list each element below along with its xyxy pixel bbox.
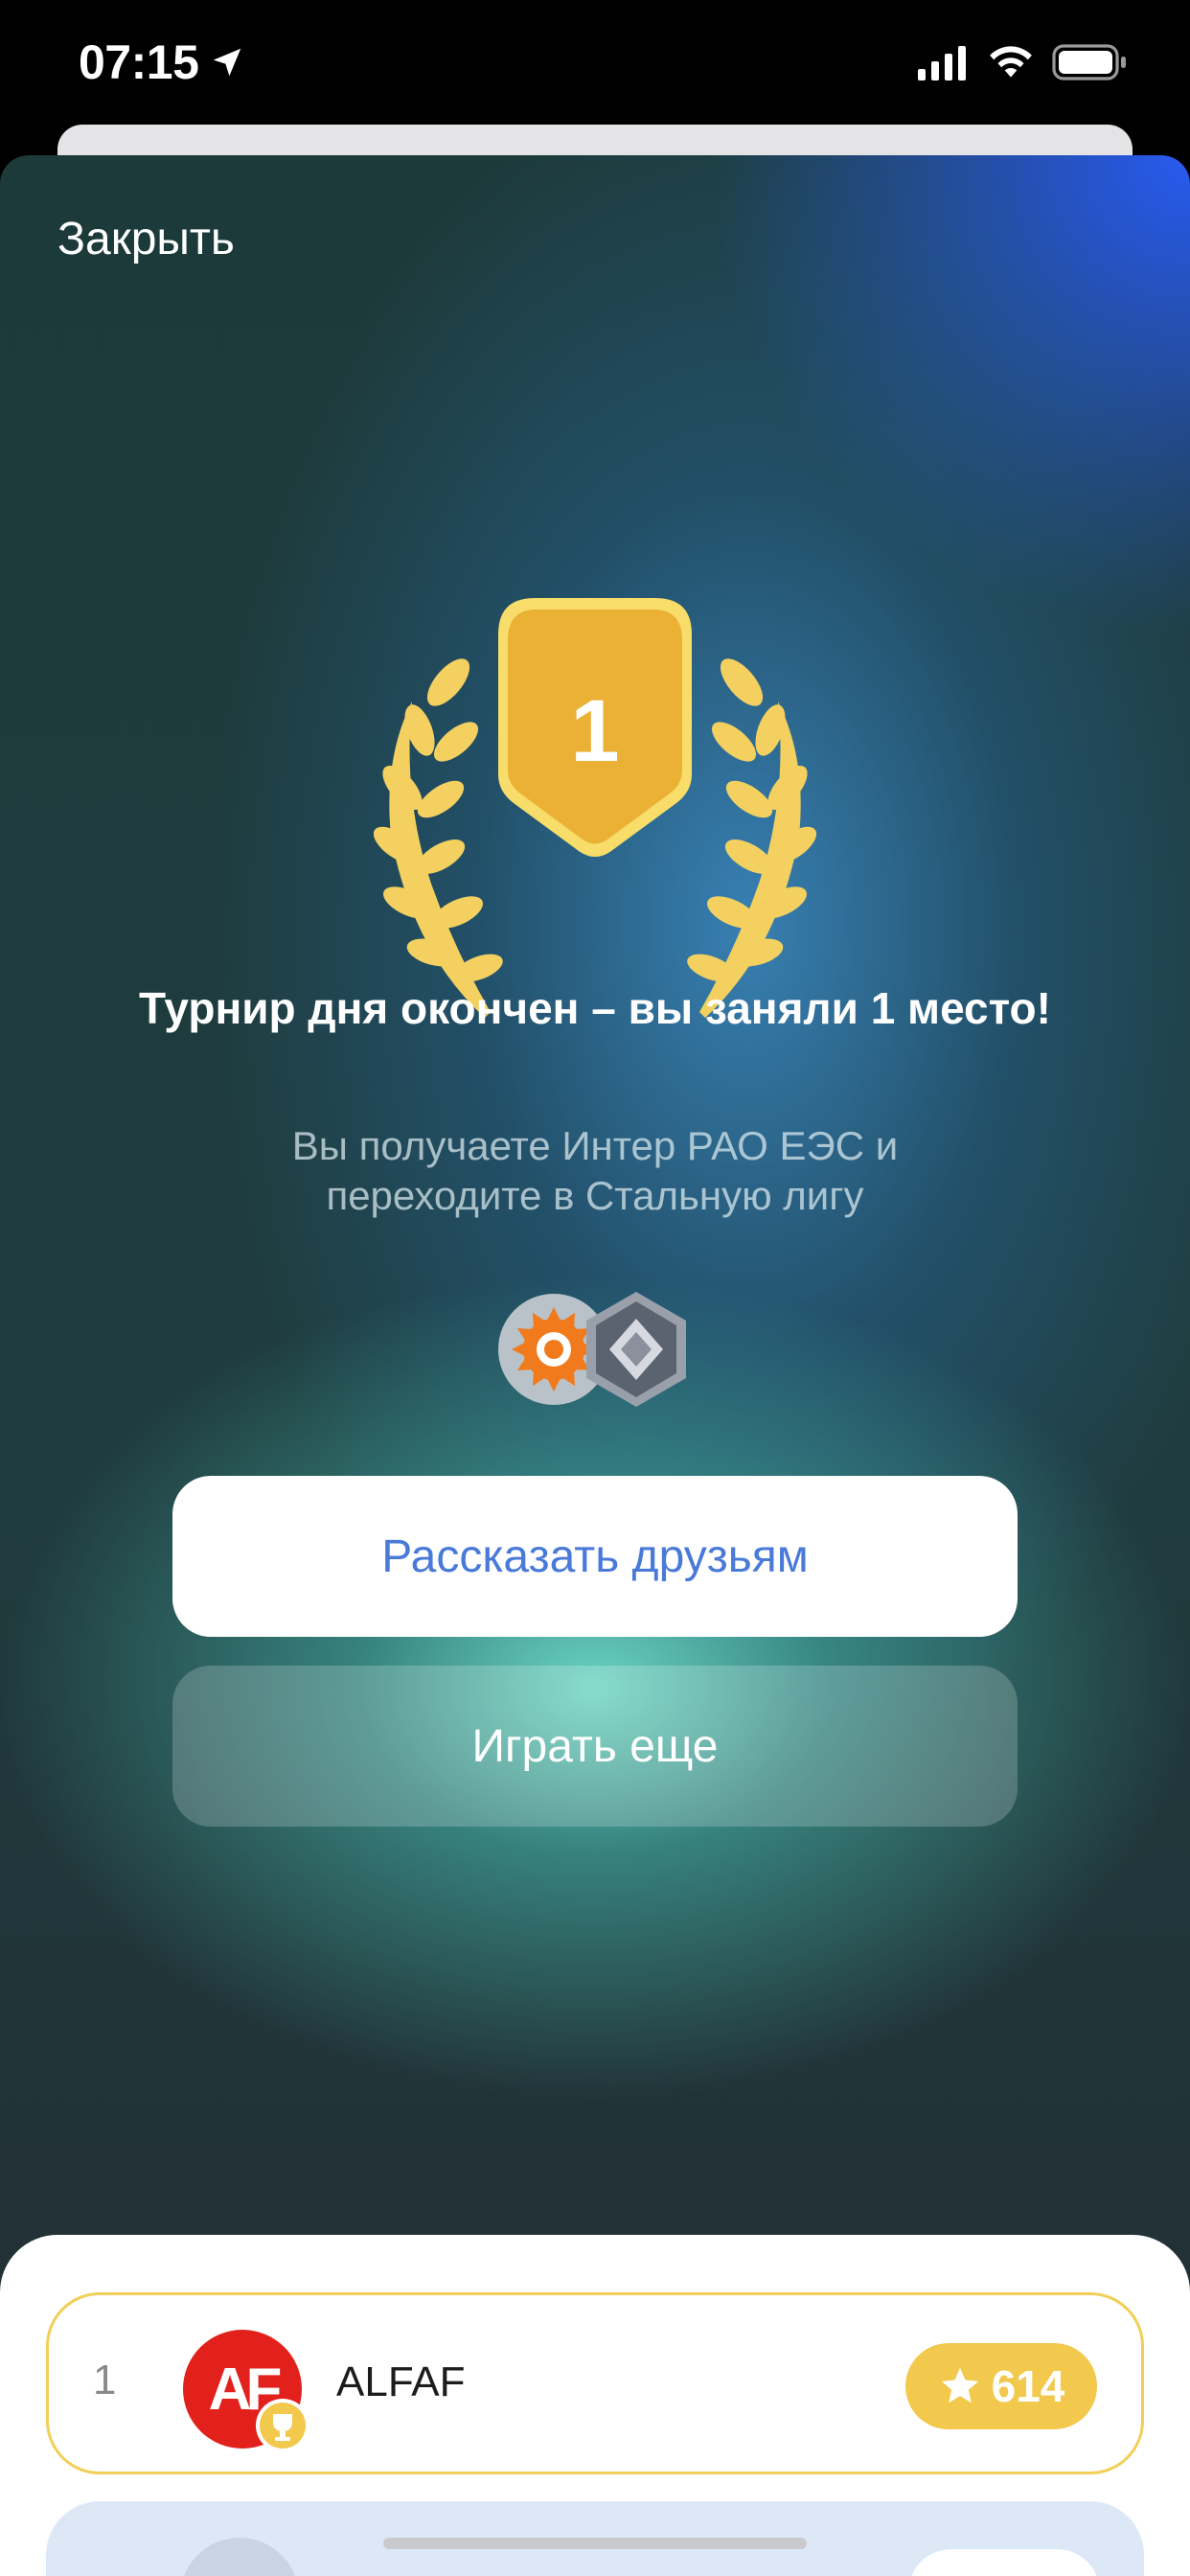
leaderboard-rank: 1 [93,2357,117,2404]
leaderboard-row[interactable]: 1 AF ALFAF 614 [46,2292,1144,2474]
status-bar: 07:15 [0,0,1190,129]
result-title: Турнир дня окончен – вы заняли 1 место! [139,983,1051,1033]
leaderboard-panel: 1 AF ALFAF 614 [0,2235,1190,2576]
battery-icon [1052,44,1126,80]
reward-icons [498,1290,692,1409]
score-badge: 614 [905,2343,1097,2429]
result-subtitle: Вы получаете Интер РАО ЕЭС и переходите … [291,1123,899,1218]
star-icon [941,2367,978,2404]
avatar [180,2538,299,2576]
play-again-button[interactable]: Играть еще [172,1666,1018,1827]
laurel-badge-icon: 1 [374,598,816,1018]
score-value: 614 [991,2361,1065,2411]
tournament-result-modal: Закрыть 1 Турнир дня окончен – вы заняли… [0,155,1190,2576]
trophy-icon [256,2399,309,2452]
score-badge [908,2549,1100,2576]
steel-league-badge-icon [586,1292,686,1407]
share-with-friends-button[interactable]: Рассказать друзьям [172,1476,1018,1637]
award-place-number: 1 [570,682,619,780]
close-button[interactable]: Закрыть [57,213,235,265]
status-time: 07:15 [79,35,199,89]
home-indicator [383,2538,807,2549]
leaderboard-player-name: ALFAF [336,2358,466,2405]
cellular-signal-icon [918,46,966,80]
wifi-icon [990,46,1032,78]
location-arrow-icon [213,48,241,77]
